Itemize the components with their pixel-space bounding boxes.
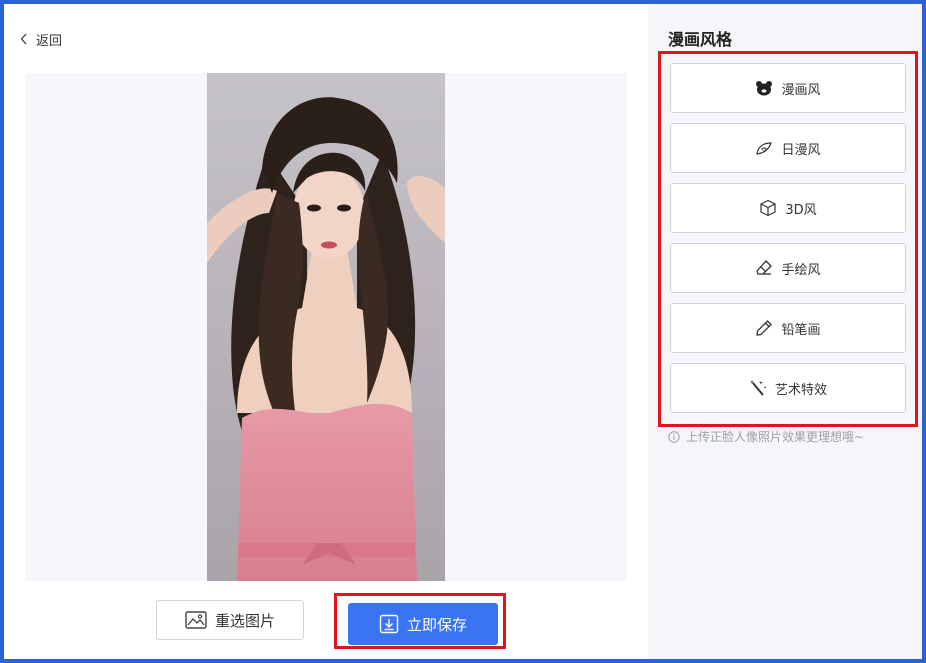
upload-hint: 上传正脸人像照片效果更理想哦~ <box>668 428 864 445</box>
magic-wand-icon <box>749 380 767 396</box>
style-panel-title: 漫画风格 <box>668 30 733 49</box>
style-option-label: 漫画风 <box>781 82 821 98</box>
cube-icon <box>760 199 776 217</box>
style-option-hand-drawn[interactable]: 手绘风 <box>670 243 906 293</box>
info-icon <box>668 430 680 443</box>
back-button[interactable]: 返回 <box>20 28 62 50</box>
swirl-leaf-icon <box>756 142 773 155</box>
bear-icon <box>756 81 773 96</box>
hint-text: 上传正脸人像照片效果更理想哦~ <box>686 430 865 444</box>
save-label: 立即保存 <box>406 615 467 634</box>
style-option-label: 手绘风 <box>781 262 821 278</box>
style-option-art-effects[interactable]: 艺术特效 <box>670 363 906 413</box>
save-highlight-box: 立即保存 <box>334 593 506 649</box>
back-label: 返回 <box>36 33 63 49</box>
style-option-pencil[interactable]: 铅笔画 <box>670 303 906 353</box>
portrait-photo <box>207 73 445 581</box>
style-option-manga[interactable]: 漫画风 <box>670 63 906 113</box>
chevron-left-icon <box>20 33 27 45</box>
reselect-label: 重选图片 <box>214 611 275 630</box>
style-option-japanese-manga[interactable]: 日漫风 <box>670 123 906 173</box>
style-option-label: 3D风 <box>785 202 817 218</box>
preview-panel: 返回 重选图片 立即保存 <box>4 4 648 659</box>
style-option-label: 艺术特效 <box>774 382 827 398</box>
image-icon <box>185 611 207 629</box>
eraser-icon <box>756 260 773 275</box>
style-option-label: 日漫风 <box>781 142 821 158</box>
download-icon <box>379 614 399 634</box>
pencil-icon <box>756 320 773 336</box>
app-window: 返回 重选图片 立即保存 漫画风格 漫画风 日漫风 3D风 手绘风 铅笔画 艺术… <box>0 0 926 663</box>
style-option-label: 铅笔画 <box>781 322 821 338</box>
image-canvas <box>25 73 627 581</box>
style-options-highlight: 漫画风 日漫风 3D风 手绘风 铅笔画 艺术特效 <box>658 51 918 427</box>
reselect-image-button[interactable]: 重选图片 <box>156 600 304 640</box>
style-option-3d[interactable]: 3D风 <box>670 183 906 233</box>
style-sidebar: 漫画风格 漫画风 日漫风 3D风 手绘风 铅笔画 艺术特效 上传正脸人像照片效果… <box>648 4 922 659</box>
save-now-button[interactable]: 立即保存 <box>348 603 498 645</box>
